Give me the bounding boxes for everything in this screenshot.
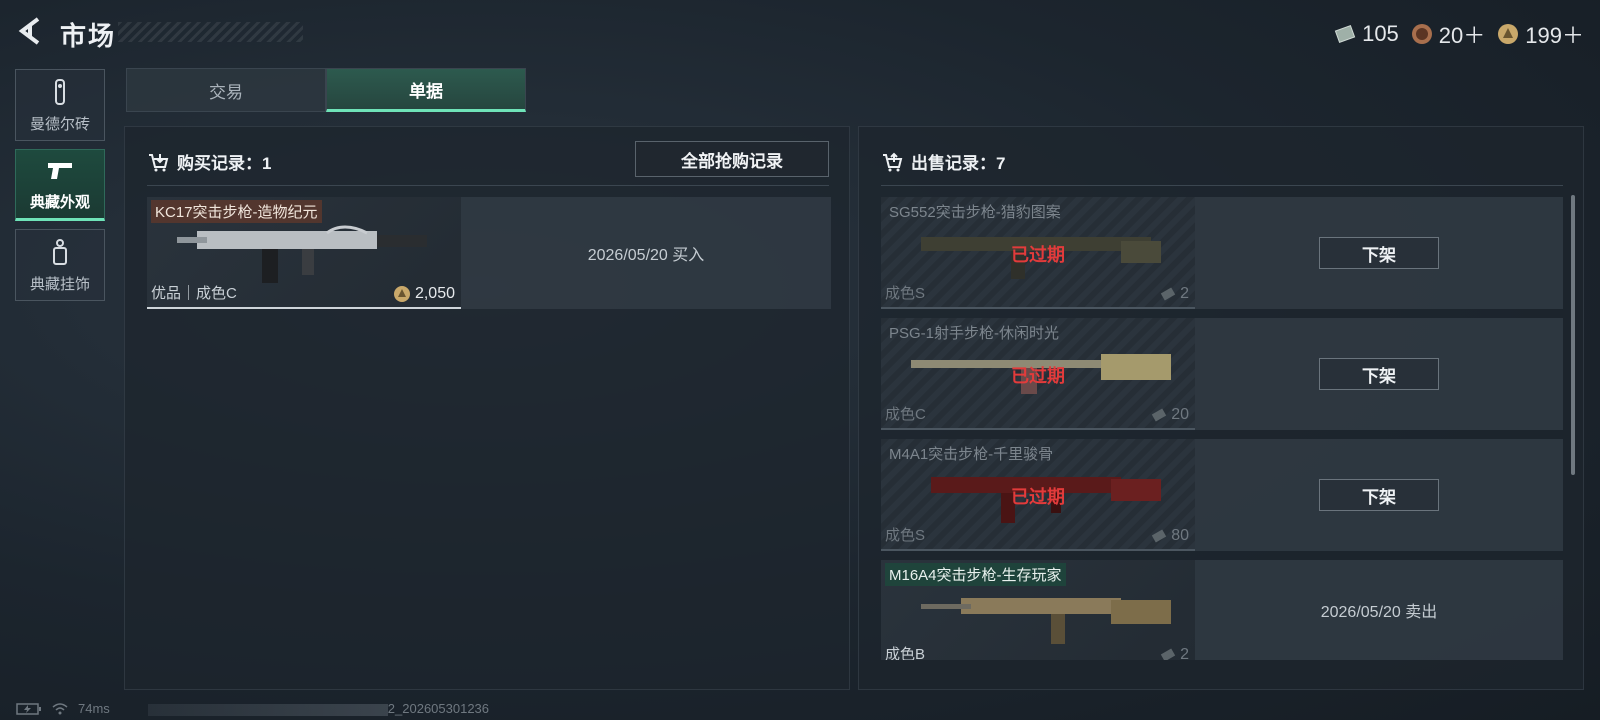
item-quantity-value: 20 [1171,406,1189,423]
item-name: SG552突击步枪-猎豹图案 [889,204,1061,221]
back-arrow-icon[interactable] [16,16,46,46]
all-flash-purchase-records-button[interactable]: 全部抢购记录 [635,141,829,177]
currency-gold-value: 199＋ [1525,23,1584,48]
ticket-icon [1152,408,1167,422]
ticket-icon [1152,529,1167,543]
ping-value: 74ms [78,701,110,716]
divider [147,185,829,186]
currency-gold[interactable]: 199＋ [1497,18,1584,50]
item-name: KC17突击步枪-造物纪元 [151,200,322,223]
item-quantity-value: 2 [1180,285,1189,302]
item-grade: 成色C [885,406,926,423]
sales-heading: 出售记录：7 [881,149,1005,174]
status-bar: 74ms 2_202605301236 [16,701,489,716]
ticket-icon [1160,287,1176,301]
item-quantity: 80 [1151,527,1189,545]
currency-ticket[interactable]: 105 [1334,21,1399,47]
ticket-icon [1334,24,1356,44]
gold-coin-icon [1498,24,1519,44]
scrollbar[interactable] [1571,195,1575,475]
record-action-area: 下架 [1195,439,1563,551]
sidebar-item-mandel-brick[interactable]: 曼德尔砖 [15,69,105,141]
item-quantity: 20 [1151,406,1189,424]
sale-date: 2026/05/20 卖出 [1195,560,1563,660]
item-thumbnail: SG552突击步枪-猎豹图案 已过期 成色S 2 [881,197,1195,309]
sidebar-item-label: 曼德尔砖 [29,116,90,133]
tab-records[interactable]: 单据 [326,68,526,112]
delist-button[interactable]: 下架 [1319,237,1439,269]
item-quantity-value: 80 [1171,527,1189,544]
item-name: PSG-1射手步枪-休闲时光 [889,325,1060,342]
purchase-date: 2026/05/20 买入 [461,197,831,309]
purchase-heading: 购买记录：1 [147,149,271,174]
currency-ticket-value: 105 [1362,21,1399,46]
item-name: M4A1突击步枪-千里骏骨 [889,446,1054,463]
page-title: 市场 [60,21,117,51]
ticket-icon [1160,648,1176,660]
cart-upload-icon [883,152,903,171]
expired-label: 已过期 [1011,487,1065,507]
item-quantity: 2 [1160,646,1189,660]
top-bar: 市场 105 20＋ 199＋ [0,0,1600,64]
item-grade: 成色B [885,646,926,660]
purchase-heading-text: 购买记录：1 [177,154,272,173]
title-decoration [118,22,303,42]
version-text: 2_202605301236 [387,701,490,716]
gold-coin-icon [393,286,410,302]
sales-heading-text: 出售记录：7 [911,154,1006,173]
tab-trade[interactable]: 交易 [126,68,326,112]
record-action-area: 下架 [1195,318,1563,430]
item-grade: 成色S [885,527,926,544]
delist-button[interactable]: 下架 [1319,479,1439,511]
sidebar: 曼德尔砖 典藏外观 典藏挂饰 [15,69,105,309]
sales-record[interactable]: M16A4突击步枪-生存玩家 成色B 2 2026/05/20 卖出 [881,560,1563,660]
item-thumbnail: M16A4突击步枪-生存玩家 成色B 2 [881,560,1195,660]
sales-record[interactable]: M4A1突击步枪-千里骏骨 已过期 成色S 80 下架 [881,439,1563,551]
blurred-id [147,703,388,716]
item-thumbnail: M4A1突击步枪-千里骏骨 已过期 成色S 80 [881,439,1195,551]
item-thumbnail: KC17突击步枪-造物纪元 优品｜成色C 2,050 [147,197,461,309]
badge-coin-icon [1411,24,1432,44]
expired-label: 已过期 [1011,366,1065,386]
sales-record[interactable]: SG552突击步枪-猎豹图案 已过期 成色S 2 下架 [881,197,1563,309]
wifi-icon [52,702,68,714]
item-thumbnail: PSG-1射手步枪-休闲时光 已过期 成色C 20 [881,318,1195,430]
currency-bar: 105 20＋ 199＋ [1334,18,1584,50]
cart-download-icon [149,153,169,171]
item-price-value: 2,050 [414,285,455,302]
item-name: M16A4突击步枪-生存玩家 [885,563,1066,586]
expired-label: 已过期 [1011,245,1065,265]
divider [881,185,1563,186]
battery-icon [16,702,41,715]
sidebar-item-collection-charms[interactable]: 典藏挂饰 [15,229,105,301]
item-quantity-value: 2 [1180,646,1189,660]
item-grade: 优品｜成色C [151,285,237,302]
sidebar-item-label: 典藏外观 [29,194,90,211]
rifle-image [921,598,1171,644]
sales-record[interactable]: PSG-1射手步枪-休闲时光 已过期 成色C 20 下架 [881,318,1563,430]
purchase-record[interactable]: KC17突击步枪-造物纪元 优品｜成色C 2,050 2026/05/20 买入 [147,197,831,309]
item-grade: 成色S [885,285,926,302]
currency-badge-value: 20＋ [1438,23,1486,48]
purchase-panel: 购买记录：1 全部抢购记录 KC17突击步枪-造物纪元 优品｜成色C 2,050… [124,126,850,690]
record-action-area: 下架 [1195,197,1563,309]
market-tabs: 交易 单据 [126,68,526,112]
sidebar-item-label: 典藏挂饰 [29,276,90,293]
brick-icon [55,79,65,105]
pistol-icon [48,163,72,179]
currency-badge[interactable]: 20＋ [1411,18,1485,50]
sales-panel: 出售记录：7 SG552突击步枪-猎豹图案 已过期 成色S 2 下架 PSG-1… [858,126,1584,690]
item-quantity: 2 [1160,285,1189,303]
sidebar-item-collection-skins[interactable]: 典藏外观 [15,149,105,221]
charm-icon [53,239,67,265]
delist-button[interactable]: 下架 [1319,358,1439,390]
version-string: 2_202605301236 [147,701,490,716]
item-price: 2,050 [393,285,455,303]
